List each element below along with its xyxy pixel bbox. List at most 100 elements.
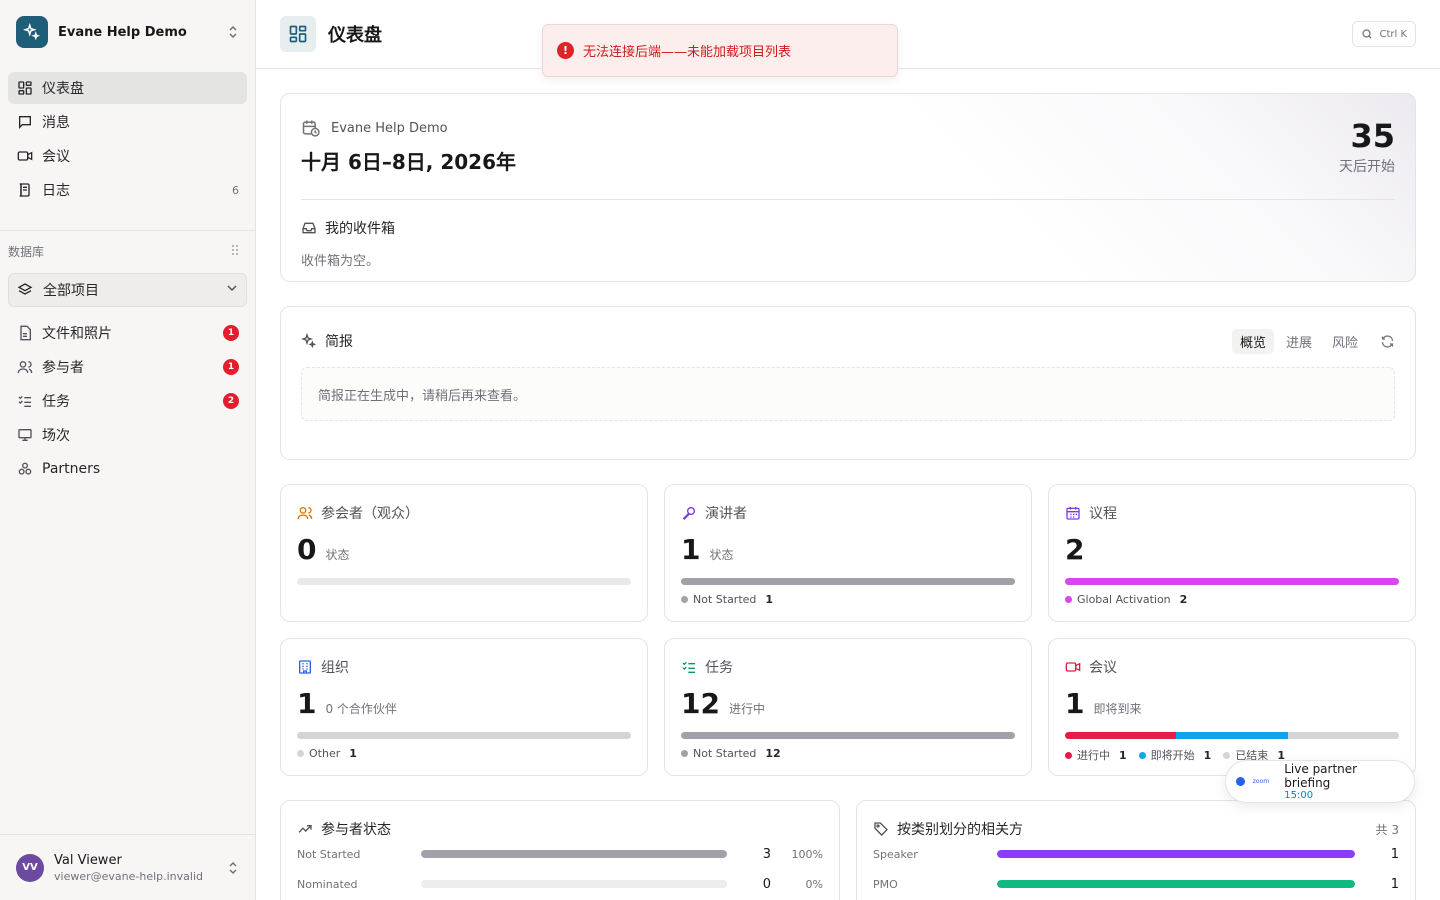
inbox-empty-message: 收件箱为空。 [301,254,380,269]
tag-icon [873,821,889,837]
stat-progress-bar [1065,578,1399,585]
bar-segment-ended [1287,732,1399,739]
search-icon [1362,29,1372,39]
sidebar-item-partners[interactable]: Partners [8,453,247,485]
workspace-name: Evane Help Demo [58,24,187,40]
card-title: 按类别划分的相关方 [897,822,1023,838]
stat-card-speakers[interactable]: 演讲者 1 状态 Not Started 1 [664,484,1032,622]
layers-icon [17,282,35,298]
participant-status-card: 参与者状态 Not Started 3 100% Nominated 0 0% [280,800,840,900]
status-row: Not Started 3 100% [297,839,823,869]
nav-item-label: 消息 [42,115,70,131]
sidebar-item-label: Partners [42,461,101,477]
status-percent: 0% [805,877,823,891]
status-track [421,880,727,888]
sidebar-item-tasks[interactable]: 任务 2 [8,385,247,417]
legend-count: 12 [765,747,781,760]
tab-overview[interactable]: 概览 [1231,328,1274,354]
stat-unit: 状态 [325,548,350,562]
countdown: 35 天后开始 [1339,118,1395,176]
stat-value: 1 [297,687,317,720]
user-name: Val Viewer [54,852,122,868]
stat-progress-bar [1065,732,1399,739]
tab-progress[interactable]: 进展 [1278,329,1320,354]
users-icon [297,505,313,521]
search-shortcut-button[interactable]: Ctrl K [1352,21,1416,47]
toast-message: 无法连接后端——未能加载项目列表 [583,45,792,60]
status-label: Nominated [297,877,358,891]
bar-segment-in-progress [1065,732,1177,739]
legend-item: Other 1 [297,747,357,760]
category-fill [997,850,1355,858]
legend-item: 即将开始 1 [1138,747,1211,763]
legend-item: Not Started 1 [681,593,773,606]
presentation-icon [16,426,34,444]
event-summary-card: Evane Help Demo 十月 6日–8日, 2026年 35 天后开始 … [280,93,1416,282]
nav-item-log[interactable]: 日志 6 [8,174,247,206]
sidebar-item-files[interactable]: 文件和照片 1 [8,317,247,349]
briefing-tabs: 概览 进展 风险 [1231,328,1366,354]
stat-legend: Global Activation 2 [1065,593,1399,606]
alert-circle-icon: ! [557,42,574,59]
legend-dot [1065,751,1072,759]
avatar: VV [16,853,44,882]
stat-card-agenda[interactable]: 议程 2 Global Activation 2 [1048,484,1416,622]
project-filter-label: 全部项目 [43,283,99,299]
stat-card-organizations[interactable]: 组织 1 0 个合作伙伴 Other 1 [280,638,648,776]
meeting-time: 15:00 [1284,790,1314,801]
drag-handle-icon[interactable] [231,244,239,259]
sparkle-icon [301,333,317,349]
legend-item: Global Activation 2 [1065,593,1187,606]
file-icon [16,324,34,342]
total-count: 共 3 [1375,822,1399,837]
countdown-number: 35 [1350,117,1395,155]
tab-risks[interactable]: 风险 [1324,329,1366,354]
stat-unit: 即将到来 [1093,702,1142,716]
checklist-icon [16,392,34,410]
legend-label: Not Started [693,747,757,760]
refresh-icon[interactable] [1380,334,1395,349]
stat-card-meetings[interactable]: 会议 1 即将到来 进行中 1 即将开始 1 已结束 1 [1048,638,1416,776]
notification-badge: 2 [223,393,239,409]
stat-card-attendees[interactable]: 参会者（观众） 0 状态 [280,484,648,622]
nav-item-messages[interactable]: 消息 [8,106,247,138]
status-percent: 100% [791,847,823,861]
status-row: Nominated 0 0% [297,869,823,899]
stat-legend: Not Started 12 [681,747,1015,760]
event-dates: 十月 6日–8日, 2026年 [301,150,517,174]
calendar-icon [1065,505,1081,521]
legend-dot [681,596,688,603]
stat-unit: 0 个合作伙伴 [325,702,397,716]
chevron-updown-icon [227,860,239,876]
nav-item-meetings[interactable]: 会议 [8,140,247,172]
bar-segment [681,578,1015,585]
nav-item-label: 日志 [42,183,70,199]
bar-segment [1065,578,1399,585]
sidebar-item-participants[interactable]: 参与者 1 [8,351,247,383]
checklist-icon [681,659,697,675]
status-fill [421,850,727,858]
workspace-switcher[interactable]: Evane Help Demo [0,0,255,64]
meeting-title: Live partner briefing [1284,762,1358,790]
user-menu[interactable]: VV Val Viewer viewer@evane-help.invalid [0,834,255,900]
briefing-card: 简报 概览 进展 风险 简报正在生成中，请稍后再来查看。 [280,306,1416,460]
stat-value: 12 [681,687,720,720]
legend-dot [681,750,688,757]
stat-value: 2 [1065,533,1085,566]
stat-value: 0 [297,533,317,566]
countdown-label: 天后开始 [1339,159,1395,175]
database-section-header: 数据库 [0,231,255,261]
sidebar-item-sessions[interactable]: 场次 [8,419,247,451]
project-filter-select[interactable]: 全部项目 [8,273,247,307]
legend-label: Global Activation [1077,593,1171,606]
category-track [997,850,1355,858]
stat-card-tasks[interactable]: 任务 12 进行中 Not Started 12 [664,638,1032,776]
live-meeting-popup[interactable]: zoom Live partner briefing 15:00 [1225,760,1415,803]
notification-badge: 1 [223,325,239,341]
legend-label: 进行中 [1077,749,1110,762]
nav-item-dashboard[interactable]: 仪表盘 [8,72,247,104]
chevron-down-icon [226,282,238,298]
trending-up-icon [297,821,313,837]
legend-count: 1 [765,593,774,606]
legend-item: Not Started 12 [681,747,781,760]
